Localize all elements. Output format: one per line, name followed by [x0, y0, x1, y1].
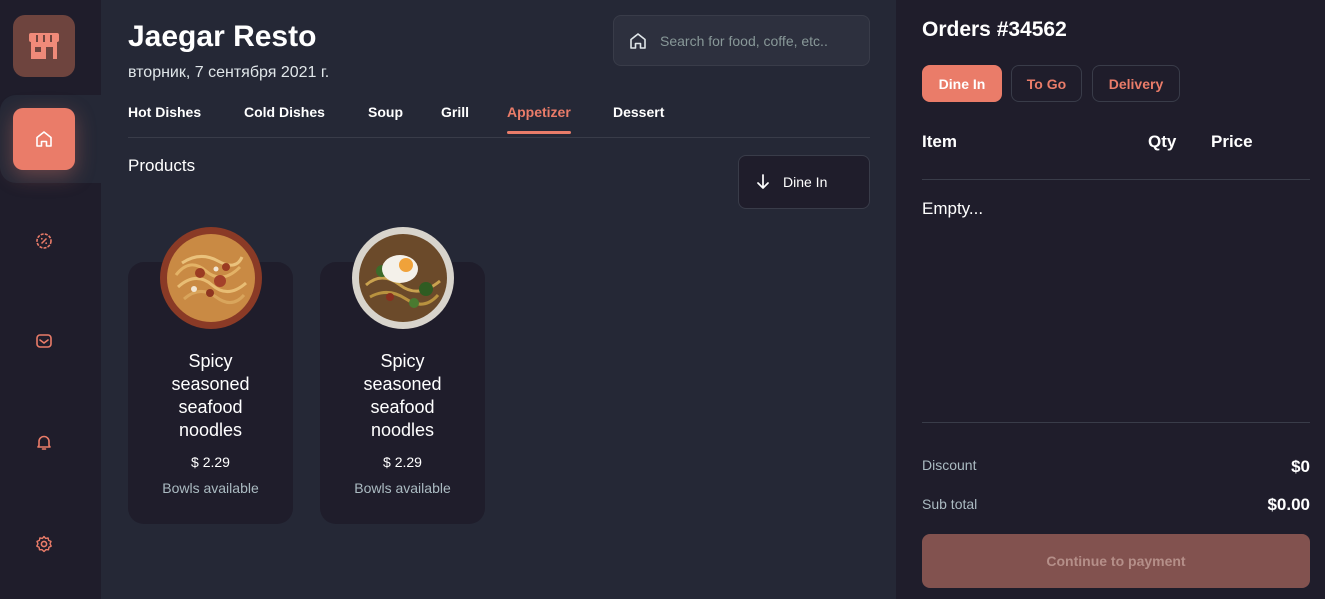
tab-appetizer[interactable]: Appetizer: [507, 104, 571, 134]
dine-in-sort-label: Dine In: [783, 174, 828, 190]
product-price: $ 2.29: [191, 454, 230, 470]
divider: [922, 179, 1310, 180]
dashboard-icon: [36, 334, 52, 348]
home-icon: [36, 131, 52, 147]
discount-icon: [36, 233, 52, 249]
order-type-dine-in[interactable]: Dine In: [922, 65, 1002, 102]
divider: [922, 422, 1310, 423]
product-availability: Bowls available: [162, 480, 259, 496]
search-box[interactable]: [613, 15, 870, 66]
page-title: Jaegar Resto: [128, 20, 317, 53]
subtotal-label: Sub total: [922, 496, 978, 512]
sidebar-item-settings[interactable]: [13, 513, 75, 575]
column-header-item: Item: [922, 132, 957, 151]
sidebar-item-discount[interactable]: [13, 210, 75, 272]
discount-label: Discount: [922, 457, 977, 473]
main-content: Jaegar Resto вторник, 7 сентября 2021 г.…: [101, 0, 896, 599]
discount-value: $0: [1291, 457, 1310, 476]
empty-order-message: Empty...: [922, 199, 984, 218]
product-card[interactable]: Spicy seasoned seafood noodles $ 2.29 Bo…: [128, 227, 293, 524]
column-header-price: Price: [1211, 132, 1253, 151]
arrow-down-icon: [757, 174, 769, 189]
sidebar: [0, 0, 101, 599]
product-card[interactable]: Spicy seasoned seafood noodles $ 2.29 Bo…: [320, 227, 485, 524]
continue-to-payment-button[interactable]: Continue to payment: [922, 534, 1310, 588]
order-type-delivery[interactable]: Delivery: [1092, 65, 1180, 102]
gear-icon: [36, 535, 52, 553]
sidebar-item-home[interactable]: [13, 108, 75, 170]
order-type-to-go[interactable]: To Go: [1011, 65, 1082, 102]
category-tabs: Hot Dishes Cold Dishes Soup Grill Appeti…: [128, 100, 870, 138]
order-panel: Orders #34562 Dine In To Go Delivery Ite…: [896, 0, 1325, 599]
products-heading: Products: [128, 156, 196, 175]
current-date: вторник, 7 сентября 2021 г.: [128, 64, 330, 81]
tab-grill[interactable]: Grill: [441, 104, 469, 133]
tab-cold-dishes[interactable]: Cold Dishes: [244, 104, 325, 133]
sidebar-item-notifications[interactable]: [13, 411, 75, 473]
subtotal-value: $0.00: [1267, 495, 1310, 514]
product-price: $ 2.29: [383, 454, 422, 470]
tab-soup[interactable]: Soup: [368, 104, 403, 133]
sidebar-item-dashboard[interactable]: [13, 310, 75, 372]
product-name: Spicy seasoned seafood noodles: [171, 351, 250, 440]
bell-icon: [37, 435, 51, 450]
order-title: Orders #34562: [922, 18, 1067, 41]
product-availability: Bowls available: [354, 480, 451, 496]
column-header-qty: Qty: [1148, 132, 1177, 151]
home-icon: [630, 32, 646, 49]
dine-in-sort-button[interactable]: Dine In: [738, 155, 870, 209]
product-name: Spicy seasoned seafood noodles: [363, 351, 442, 440]
tab-hot-dishes[interactable]: Hot Dishes: [128, 104, 201, 133]
search-input[interactable]: [660, 32, 860, 49]
tab-dessert[interactable]: Dessert: [613, 104, 664, 133]
store-icon[interactable]: [13, 15, 75, 77]
product-image: [160, 227, 262, 329]
product-image: [352, 227, 454, 329]
